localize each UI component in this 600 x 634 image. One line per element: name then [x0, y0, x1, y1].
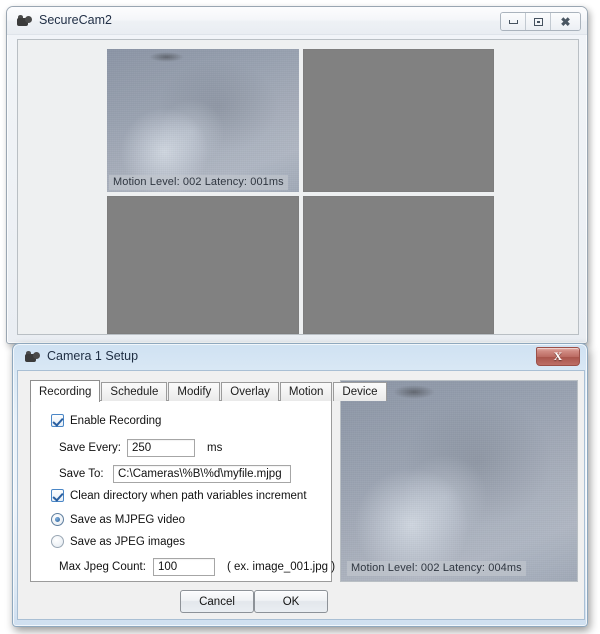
- tabstrip: Recording Schedule Modify Overlay Motion…: [30, 380, 388, 402]
- main-titlebar[interactable]: SecureCam2 ✖: [7, 7, 587, 35]
- save-as-jpeg-label: Save as JPEG images: [70, 535, 186, 548]
- maximize-icon: [533, 17, 543, 26]
- camera-setup-dialog: Camera 1 Setup X Recording Schedule Modi…: [12, 343, 588, 627]
- ok-button[interactable]: OK: [254, 590, 328, 613]
- recording-tab-panel: Enable Recording Save Every: 250 ms Save…: [30, 400, 335, 582]
- tab-device[interactable]: Device: [333, 382, 387, 401]
- save-as-mjpeg-row[interactable]: Save as MJPEG video: [51, 513, 185, 526]
- save-to-input[interactable]: C:\Cameras\%B\%d\myfile.mjpg: [113, 465, 291, 483]
- max-jpeg-count-input[interactable]: 100: [153, 558, 215, 576]
- preview-overlay-status: Motion Level: 002 Latency: 004ms: [347, 561, 526, 576]
- close-icon: ✖: [560, 14, 571, 29]
- main-window: SecureCam2 ✖ Motion Level: 002 Latency: …: [6, 6, 588, 344]
- window-controls: ✖: [500, 12, 581, 31]
- max-jpeg-count-row: Max Jpeg Count: 100 ( ex. image_001.jpg …: [59, 558, 335, 576]
- tab-schedule[interactable]: Schedule: [101, 382, 168, 401]
- video-panel-1[interactable]: Motion Level: 002 Latency: 001ms: [107, 49, 299, 192]
- clean-directory-row[interactable]: Clean directory when path variables incr…: [51, 489, 307, 502]
- camera-icon: [17, 15, 32, 27]
- save-to-label: Save To:: [59, 468, 104, 480]
- tab-motion[interactable]: Motion: [279, 382, 333, 401]
- dialog-client-area: Recording Schedule Modify Overlay Motion…: [17, 370, 585, 620]
- close-icon: X: [553, 349, 563, 363]
- dialog-titlebar[interactable]: Camera 1 Setup X: [13, 344, 587, 370]
- video-panel-2[interactable]: [303, 49, 494, 192]
- save-every-input[interactable]: 250: [127, 439, 195, 457]
- enable-recording-row[interactable]: Enable Recording: [51, 414, 161, 427]
- max-jpeg-count-hint: ( ex. image_001.jpg ): [227, 561, 336, 573]
- video-panel-4[interactable]: [303, 196, 494, 334]
- checkbox-icon[interactable]: [51, 414, 64, 427]
- close-button[interactable]: ✖: [551, 13, 580, 30]
- save-as-mjpeg-label: Save as MJPEG video: [70, 513, 186, 526]
- maximize-button[interactable]: [526, 13, 551, 30]
- video-panel-3[interactable]: [107, 196, 299, 334]
- screen: SecureCam2 ✖ Motion Level: 002 Latency: …: [0, 0, 600, 634]
- save-every-label: Save Every:: [59, 442, 121, 454]
- camera-preview[interactable]: Motion Level: 002 Latency: 004ms: [340, 380, 578, 582]
- video-grid: Motion Level: 002 Latency: 001ms: [107, 49, 494, 334]
- camera-icon: [25, 351, 40, 363]
- save-to-row: Save To: C:\Cameras\%B\%d\myfile.mjpg: [59, 465, 291, 483]
- tab-modify[interactable]: Modify: [168, 382, 221, 401]
- radio-icon[interactable]: [51, 513, 64, 526]
- camera-feed-image: [107, 49, 299, 192]
- minimize-icon: [508, 19, 518, 24]
- camera-preview-image: [341, 381, 577, 581]
- clean-directory-label: Clean directory when path variables incr…: [70, 489, 307, 502]
- main-client-area: Motion Level: 002 Latency: 001ms: [17, 39, 579, 335]
- dialog-close-button[interactable]: X: [536, 347, 580, 366]
- tab-overlay[interactable]: Overlay: [221, 382, 279, 401]
- minimize-button[interactable]: [501, 13, 526, 30]
- window-title: SecureCam2: [39, 13, 112, 27]
- radio-icon[interactable]: [51, 535, 64, 548]
- video-overlay-status: Motion Level: 002 Latency: 001ms: [109, 175, 288, 190]
- checkbox-icon[interactable]: [51, 489, 64, 502]
- save-every-unit-label: ms: [207, 442, 223, 454]
- cancel-button[interactable]: Cancel: [180, 590, 254, 613]
- dialog-title: Camera 1 Setup: [47, 349, 139, 363]
- enable-recording-label: Enable Recording: [70, 414, 162, 427]
- save-as-jpeg-row[interactable]: Save as JPEG images: [51, 535, 185, 548]
- save-every-row: Save Every: 250 ms: [59, 439, 222, 457]
- max-jpeg-count-label: Max Jpeg Count:: [59, 561, 146, 573]
- tab-recording[interactable]: Recording: [30, 380, 101, 402]
